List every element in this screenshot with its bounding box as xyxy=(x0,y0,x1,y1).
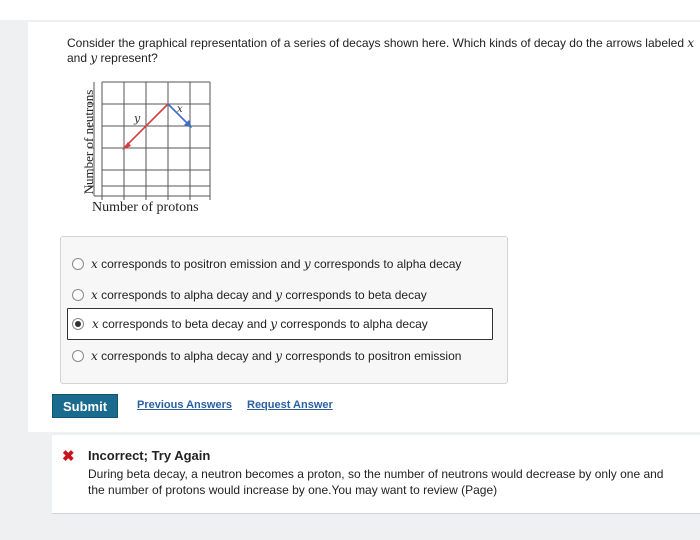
option-end: corresponds to positron emission xyxy=(282,349,462,363)
radio-button[interactable] xyxy=(72,289,84,301)
option-2[interactable]: x corresponds to alpha decay and y corre… xyxy=(61,280,507,310)
feedback-body: During beta decay, a neutron becomes a p… xyxy=(88,466,700,498)
option-label: x corresponds to alpha decay and y corre… xyxy=(91,349,461,363)
answer-options: x corresponds to positron emission and y… xyxy=(60,236,508,384)
option-mid: corresponds to alpha decay and xyxy=(97,288,276,302)
request-answer-link[interactable]: Request Answer xyxy=(247,399,333,411)
question-conj: and xyxy=(67,51,91,65)
option-mid: corresponds to alpha decay and xyxy=(97,349,276,363)
option-var-x: x xyxy=(91,288,98,302)
x-axis-label: Number of protons xyxy=(92,200,199,215)
option-var-y: y xyxy=(275,349,283,363)
option-label: x corresponds to alpha decay and y corre… xyxy=(91,288,427,302)
option-end: corresponds to alpha decay xyxy=(310,257,462,271)
radio-button[interactable] xyxy=(72,258,84,270)
top-bar xyxy=(0,0,700,20)
option-end: corresponds to alpha decay xyxy=(277,317,428,331)
option-end: corresponds to beta decay xyxy=(282,288,427,302)
option-var-x: x xyxy=(91,349,98,363)
option-var-y: y xyxy=(275,288,283,302)
option-var-x: x xyxy=(92,317,99,331)
arrow-y-label: y xyxy=(133,112,141,125)
option-var-y: y xyxy=(270,317,278,331)
feedback-line1: During beta decay, a neutron becomes a p… xyxy=(88,467,664,481)
x-mark-icon: ✖ xyxy=(62,448,75,465)
option-mid: corresponds to positron emission and xyxy=(97,257,304,271)
question-line1: Consider the graphical representation of… xyxy=(67,36,688,50)
feedback-title: Incorrect; Try Again xyxy=(88,448,211,463)
previous-answers-link[interactable]: Previous Answers xyxy=(137,399,232,411)
question-tail: represent? xyxy=(97,51,158,65)
option-label: x corresponds to beta decay and y corres… xyxy=(92,317,428,331)
option-1[interactable]: x corresponds to positron emission and y… xyxy=(61,249,507,279)
arrow-x-label: x xyxy=(177,104,183,115)
submit-button[interactable]: Submit xyxy=(52,394,118,418)
decay-figure: Number of neutrons y x Number of protons xyxy=(68,72,228,222)
option-var-y: y xyxy=(303,257,311,271)
option-mid: corresponds to beta decay and xyxy=(98,317,271,331)
question-text: Consider the graphical representation of… xyxy=(67,36,700,66)
question-var-x: x xyxy=(687,36,695,50)
radio-button-selected[interactable] xyxy=(72,318,84,330)
question-line2: and y represent? xyxy=(67,51,700,66)
feedback-line2: the number of protons would increase by … xyxy=(88,483,498,497)
radio-button[interactable] xyxy=(72,350,84,362)
option-3[interactable]: x corresponds to beta decay and y corres… xyxy=(67,308,493,340)
option-label: x corresponds to positron emission and y… xyxy=(91,257,461,271)
feedback-panel: ✖ Incorrect; Try Again During beta decay… xyxy=(52,435,700,514)
option-4[interactable]: x corresponds to alpha decay and y corre… xyxy=(61,341,507,371)
option-var-x: x xyxy=(91,257,98,271)
